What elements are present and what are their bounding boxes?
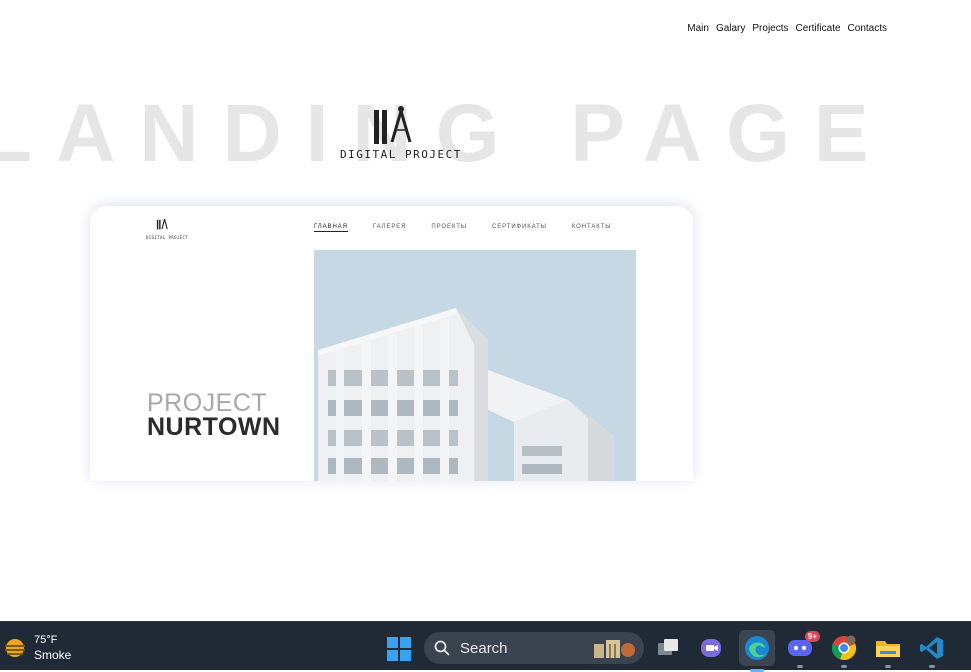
mockup-nav-contacts[interactable]: КОНТАКТЫ	[572, 224, 612, 232]
mockup-logo: DIGITAL PROJECT	[146, 217, 189, 240]
nav-contacts-link[interactable]: Contacts	[848, 23, 887, 34]
search-label: Search	[460, 639, 508, 657]
weather-temp: 75°F	[34, 634, 58, 646]
weather-widget[interactable]: 75°F Smoke	[4, 633, 71, 663]
mockup-logo-icon	[156, 218, 168, 230]
mockup-nav-certificates[interactable]: СЕРТИФИКАТЫ	[492, 224, 547, 232]
nav-projects-link[interactable]: Projects	[752, 23, 788, 34]
nav-certificate-link[interactable]: Certificate	[796, 23, 841, 34]
file-explorer-icon[interactable]	[874, 634, 902, 668]
compass-logo-icon	[374, 106, 412, 144]
vscode-running-indicator	[929, 665, 935, 668]
logo-text: DIGITAL PROJECT	[340, 148, 462, 161]
discord-notification-badge: 9+	[804, 631, 820, 642]
landing-page: Main Galary Projects Certificate Contact…	[0, 0, 971, 621]
chrome-icon[interactable]	[830, 634, 858, 668]
explorer-running-indicator	[885, 665, 891, 668]
edge-icon[interactable]	[739, 630, 775, 672]
mockup-nav: ГЛАВНАЯ ГАЛЕРЕЯ ПРОЕКТЫ СЕРТИФИКАТЫ КОНТ…	[314, 224, 611, 232]
taskbar-search[interactable]: Search	[424, 632, 644, 664]
top-nav: Main Galary Projects Certificate Contact…	[687, 23, 887, 34]
mockup-nav-projects[interactable]: ПРОЕКТЫ	[431, 224, 467, 232]
website-mockup-card: DIGITAL PROJECT ГЛАВНАЯ ГАЛЕРЕЯ ПРОЕКТЫ …	[90, 206, 693, 481]
mockup-nav-home[interactable]: ГЛАВНАЯ	[314, 224, 348, 232]
teams-chat-icon[interactable]	[697, 634, 725, 662]
chrome-running-indicator	[841, 665, 847, 668]
building-illustration	[314, 250, 636, 481]
background-title: LANDING PAGE	[0, 88, 893, 179]
digital-project-logo: DIGITAL PROJECT	[340, 104, 462, 174]
mockup-logo-text: DIGITAL PROJECT	[146, 235, 189, 240]
windows-start-icon[interactable]	[387, 637, 411, 661]
vscode-icon[interactable]	[918, 634, 946, 668]
search-highlight-icon	[594, 640, 635, 658]
mockup-nav-gallery[interactable]: ГАЛЕРЕЯ	[373, 224, 407, 232]
project-title-bold: NURTOWN	[147, 413, 281, 441]
search-icon	[434, 640, 450, 656]
nav-main-link[interactable]: Main	[687, 23, 709, 34]
taskbar: 75°F Smoke Search 9+	[0, 621, 971, 672]
discord-running-indicator	[797, 665, 803, 668]
task-view-icon[interactable]	[654, 634, 682, 662]
building-photo	[314, 250, 636, 481]
discord-icon[interactable]: 9+	[786, 631, 820, 668]
nav-galary-link[interactable]: Galary	[716, 23, 745, 34]
smoke-weather-icon	[5, 639, 25, 657]
weather-condition: Smoke	[34, 648, 72, 662]
